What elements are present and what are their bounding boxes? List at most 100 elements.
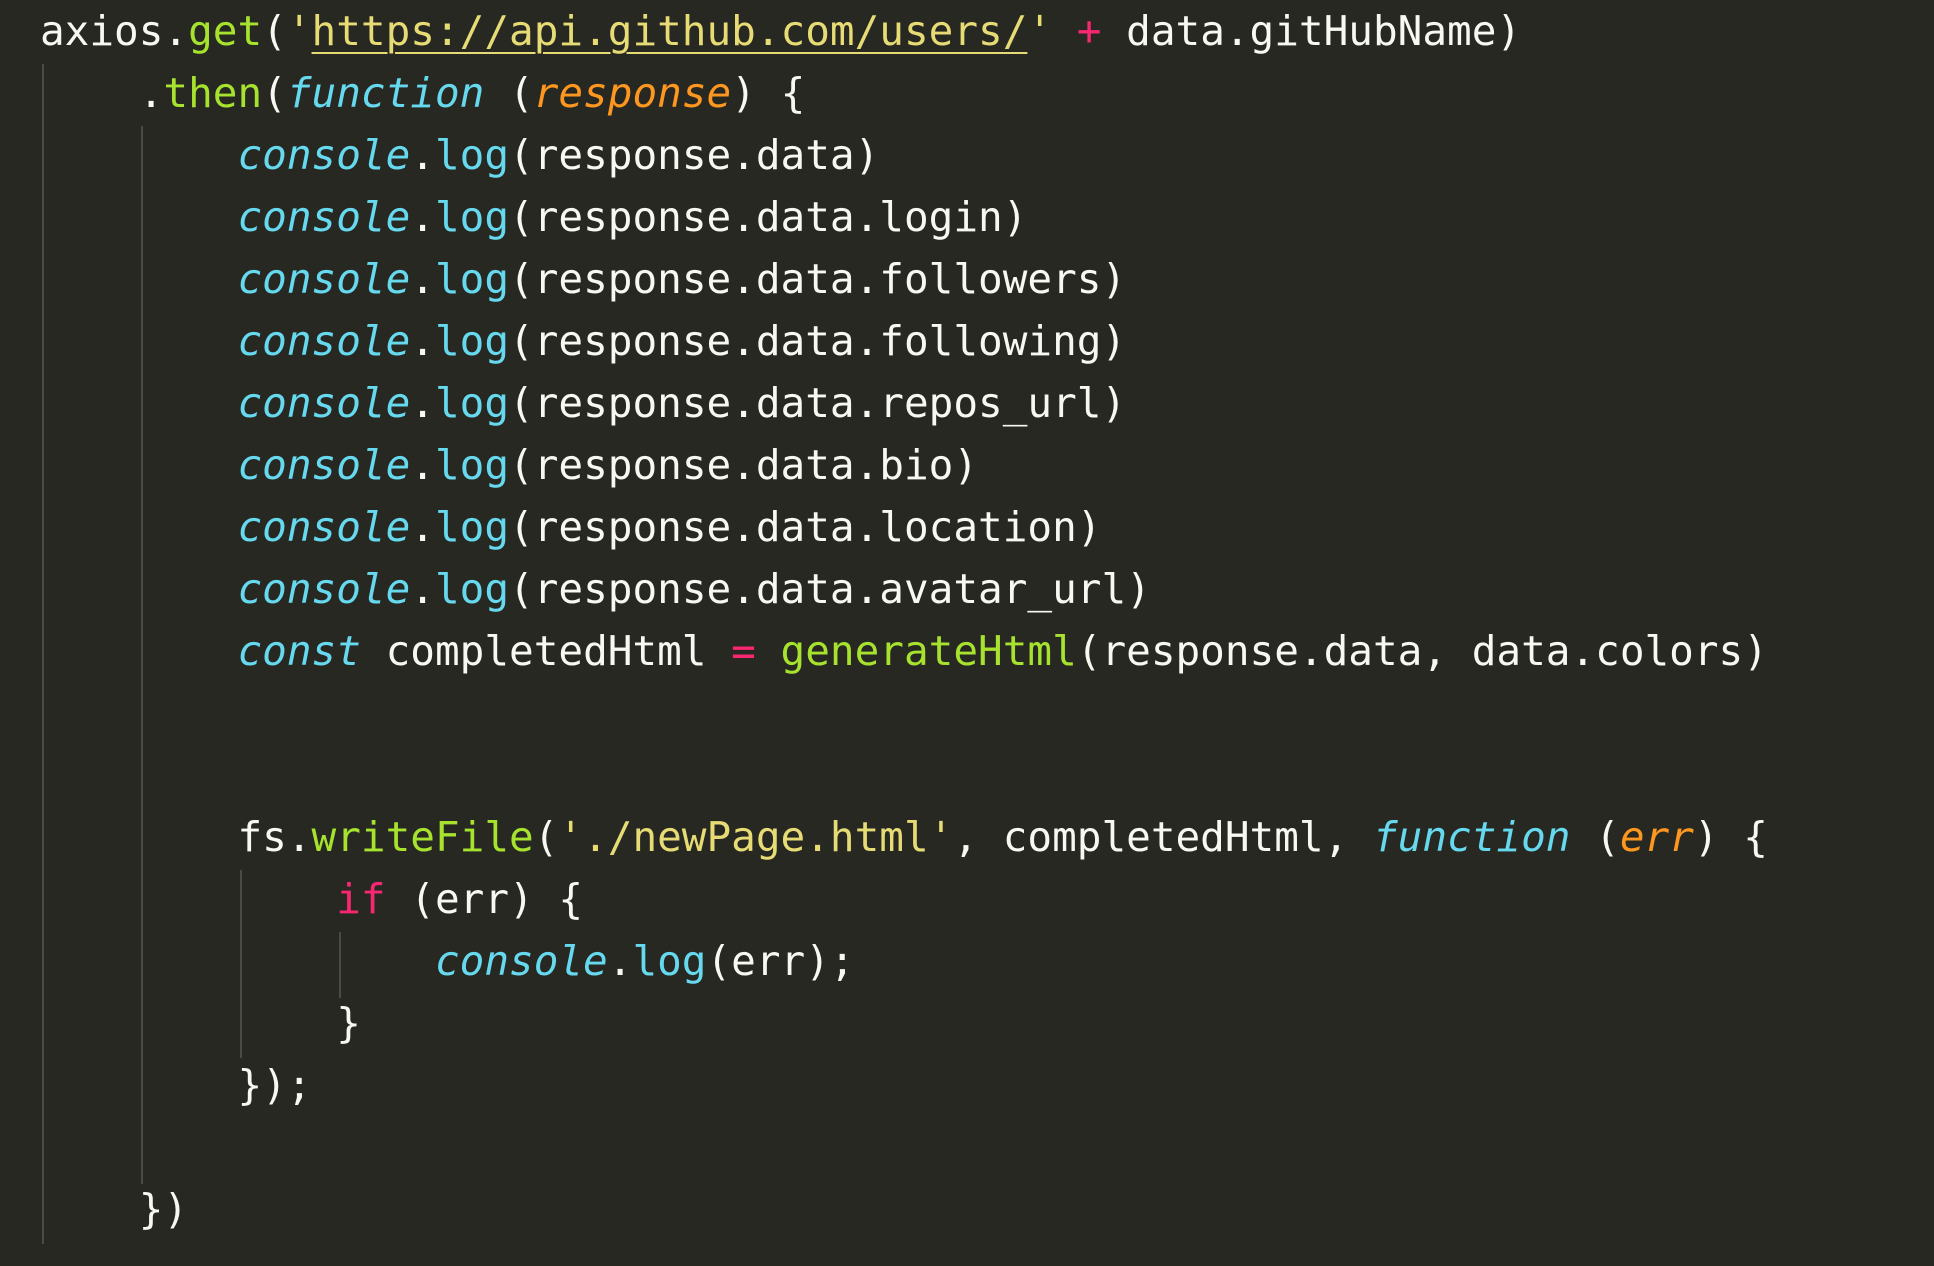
code-token: (err); [706,937,855,985]
code-line[interactable]: console.log(response.data.login) [40,186,1768,248]
code-token: ( [484,69,534,117]
code-token: . [410,317,435,365]
code-token: fs. [40,813,312,861]
code-token: ( [1570,813,1620,861]
code-token: console [434,937,608,985]
code-token: log [434,503,510,551]
code-token: log [434,255,510,303]
code-token: ) { [1693,813,1768,861]
code-token: generateHtml [780,627,1077,675]
code-token: then [163,69,263,117]
code-line[interactable]: }) [40,1178,1768,1240]
code-line[interactable]: if (err) { [40,868,1768,930]
code-line[interactable] [40,1116,1768,1178]
code-token: (response.data.bio) [509,441,979,489]
code-token: ( [262,7,287,55]
code-token: err [1619,813,1694,861]
code-token: . [410,565,435,613]
code-token: console [237,255,411,303]
code-token: get [188,7,263,55]
code-token: (err) { [385,875,584,923]
code-token: console [237,379,411,427]
code-token: https://api.github.com/users/ [311,7,1028,55]
code-token: ' [286,7,312,55]
code-line[interactable]: console.log(response.data.following) [40,310,1768,372]
code-token: . [410,441,435,489]
code-line[interactable]: fs.writeFile('./newPage.html', completed… [40,806,1768,868]
code-token: function [286,69,485,117]
code-token: console [237,131,411,179]
code-line[interactable]: console.log(response.data) [40,124,1768,186]
code-token: ' [1027,7,1053,55]
code-token: log [434,441,510,489]
code-token: console [237,565,411,613]
code-token: . [607,937,633,985]
code-line[interactable] [40,744,1768,806]
code-token: , completedHtml, [953,813,1373,861]
code-token: ( [262,69,287,117]
code-line[interactable]: console.log(response.data.followers) [40,248,1768,310]
code-token: writeFile [311,813,534,861]
code-token: console [237,193,411,241]
code-token: console [237,317,411,365]
code-token: . [410,379,435,427]
code-token: completedHtml [360,627,732,675]
code-token: . [40,69,164,117]
code-line[interactable]: console.log(response.data.bio) [40,434,1768,496]
code-token: console [237,503,411,551]
code-token: (response.data.avatar_url) [509,565,1151,613]
code-token: (response.data.repos_url) [509,379,1127,427]
code-token: response [533,69,732,117]
code-token: log [434,379,510,427]
code-token: } [40,999,361,1047]
code-token: log [632,937,707,985]
code-token: = [731,627,756,675]
code-token: . [410,503,435,551]
code-token: (response.data, data.colors) [1076,627,1768,675]
code-token: . [410,193,435,241]
code-editor[interactable]: axios.get('https://api.github.com/users/… [0,0,1934,1266]
code-line[interactable]: } [40,992,1768,1054]
code-line[interactable]: axios.get('https://api.github.com/users/… [40,0,1768,62]
code-line[interactable]: console.log(response.data.location) [40,496,1768,558]
code-token: (response.data.followers) [509,255,1127,303]
code-line[interactable]: const completedHtml = generateHtml(respo… [40,620,1768,682]
code-line[interactable]: }); [40,1054,1768,1116]
code-line[interactable]: console.log(response.data.avatar_url) [40,558,1768,620]
code-content[interactable]: axios.get('https://api.github.com/users/… [40,0,1768,1240]
code-line[interactable]: console.log(err); [40,930,1768,992]
code-token: (response.data.following) [509,317,1127,365]
code-token: if [336,875,386,923]
code-token: console [237,441,411,489]
code-line[interactable]: console.log(response.data.repos_url) [40,372,1768,434]
code-token: (response.data.login) [509,193,1028,241]
code-token: + [1076,7,1102,55]
code-token: . [410,131,435,179]
code-token: ) { [731,69,806,117]
code-token: function [1372,813,1571,861]
code-token: ( [533,813,559,861]
code-token: (response.data) [509,131,880,179]
code-token: log [434,317,510,365]
code-token: log [434,193,510,241]
code-token: data.gitHubName) [1101,7,1522,55]
code-token: (response.data.location) [509,503,1102,551]
code-line[interactable] [40,682,1768,744]
code-line[interactable]: .then(function (response) { [40,62,1768,124]
code-token: log [434,565,510,613]
code-token: const [237,627,361,675]
code-token: }) [40,1185,189,1233]
